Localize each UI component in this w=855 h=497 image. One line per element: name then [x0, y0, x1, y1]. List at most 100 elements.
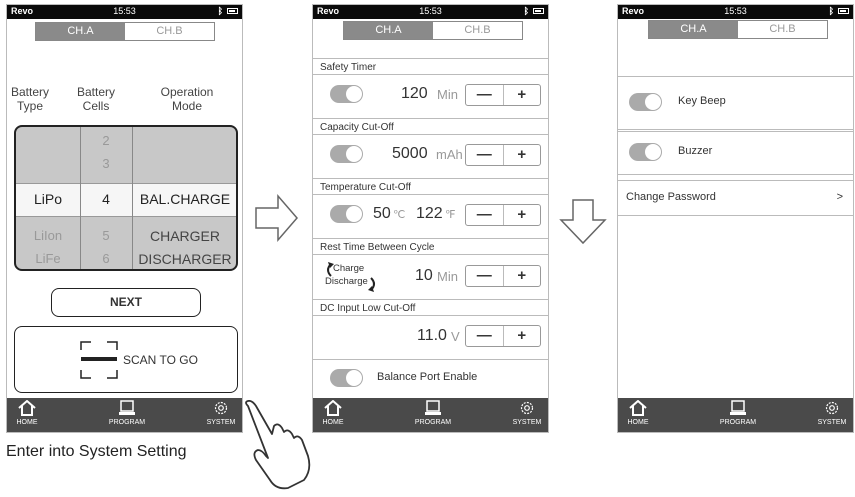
buzzer-row: Buzzer — [618, 131, 853, 175]
safety-timer-toggle[interactable] — [330, 85, 363, 103]
nav-program-label: PROGRAM — [108, 419, 146, 426]
rest-time-value: 10 — [415, 267, 433, 284]
nav-program[interactable]: PROGRAM — [715, 400, 761, 426]
battery-icon — [227, 8, 238, 14]
picker-column-cells[interactable]: 2 3 4 5 6 — [80, 127, 132, 269]
buzzer-toggle[interactable] — [629, 143, 662, 161]
temperature-cutoff-toggle[interactable] — [330, 205, 363, 223]
dc-input-stepper: — + — [465, 325, 541, 347]
nav-program[interactable]: PROGRAM — [104, 400, 150, 426]
chevron-right-icon: > — [836, 191, 843, 203]
tab-ch-a[interactable]: CH.A — [36, 23, 125, 40]
increment-button[interactable]: + — [504, 145, 541, 165]
nav-home-label: HOME — [16, 419, 38, 426]
program-icon — [119, 400, 135, 415]
nav-program[interactable]: PROGRAM — [410, 400, 456, 426]
dc-input-unit: V — [451, 329, 460, 344]
bluetooth-icon: ᛒ — [523, 6, 529, 16]
gear-icon — [825, 401, 839, 415]
capacity-cutoff-label: Capacity Cut-Off — [313, 118, 548, 135]
header-battery-type: Battery Type — [11, 85, 50, 113]
picker-item-cells[interactable]: 2 — [80, 133, 132, 148]
tab-ch-b[interactable]: CH.B — [738, 21, 827, 38]
tab-ch-b[interactable]: CH.B — [125, 23, 214, 40]
picker-item-mode[interactable]: CHARGER — [132, 228, 236, 244]
rest-discharge-label: Discharge — [325, 276, 368, 287]
header-operation-mode: Operation Mode — [160, 85, 214, 113]
change-password-row[interactable]: Change Password > — [618, 180, 853, 216]
battery-picker[interactable]: LiPo LiIon LiFe 2 3 4 5 6 BAL.CHARGE CHA… — [14, 125, 238, 271]
tab-ch-b[interactable]: CH.B — [433, 22, 522, 39]
rest-charge-label: Charge — [333, 263, 365, 274]
screen-program-settings: Revo 15:53 ᛒ CH.A CH.B Safety Timer 120 … — [312, 4, 549, 433]
tab-ch-a[interactable]: CH.A — [649, 21, 738, 38]
program-icon — [425, 400, 441, 415]
divider — [313, 359, 548, 360]
nav-home[interactable]: HOME — [318, 399, 348, 426]
header-battery-cells: Battery Cells — [76, 85, 115, 113]
bottom-nav: HOME PROGRAM SYSTEM — [313, 398, 548, 432]
increment-button[interactable]: + — [504, 326, 541, 346]
capacity-cutoff-toggle[interactable] — [330, 145, 363, 163]
safety-timer-unit: Min — [437, 87, 458, 102]
buzzer-label: Buzzer — [678, 145, 713, 157]
scan-icon — [80, 341, 118, 379]
picker-item-cells[interactable]: 5 — [80, 228, 132, 243]
nav-home-label: HOME — [627, 419, 649, 426]
status-bar: Revo 15:53 ᛒ — [7, 5, 242, 19]
decrement-button[interactable]: — — [466, 85, 504, 105]
gear-icon — [214, 401, 228, 415]
picker-item-type[interactable]: LiIon — [16, 228, 80, 243]
nav-system[interactable]: SYSTEM — [815, 400, 849, 426]
increment-button[interactable]: + — [504, 85, 541, 105]
bluetooth-icon: ᛒ — [828, 6, 834, 16]
picker-item-cells[interactable]: 3 — [80, 156, 132, 171]
scan-label: SCAN TO GO — [123, 353, 198, 367]
nav-system[interactable]: SYSTEM — [510, 400, 544, 426]
battery-icon — [838, 8, 849, 14]
bluetooth-icon: ᛒ — [217, 6, 223, 16]
scan-to-go-button[interactable]: SCAN TO GO — [14, 326, 238, 393]
picker-item-cells-selected[interactable]: 4 — [80, 191, 132, 207]
home-icon — [18, 399, 36, 416]
increment-button[interactable]: + — [504, 205, 541, 225]
status-bar: Revo 15:53 ᛒ — [313, 5, 548, 19]
nav-home[interactable]: HOME — [12, 399, 42, 426]
decrement-button[interactable]: — — [466, 205, 504, 225]
key-beep-row: Key Beep — [618, 76, 853, 130]
picker-column-mode[interactable]: BAL.CHARGE CHARGER DISCHARGER — [132, 127, 236, 269]
picker-item-mode[interactable]: DISCHARGER — [132, 251, 236, 267]
balance-port-toggle[interactable] — [330, 369, 363, 387]
capacity-cutoff-value: 5000 — [392, 145, 428, 162]
picker-item-mode-selected[interactable]: BAL.CHARGE — [132, 191, 236, 207]
increment-button[interactable]: + — [504, 266, 541, 286]
battery-icon — [533, 8, 544, 14]
picker-column-type[interactable]: LiPo LiIon LiFe — [16, 127, 80, 269]
status-bar: Revo 15:53 ᛒ — [618, 5, 853, 19]
hand-pointer-icon — [245, 400, 311, 490]
nav-home[interactable]: HOME — [623, 399, 653, 426]
rest-time-stepper: — + — [465, 265, 541, 287]
safety-timer-label: Safety Timer — [313, 58, 548, 75]
nav-system[interactable]: SYSTEM — [204, 400, 238, 426]
tab-ch-a[interactable]: CH.A — [344, 22, 433, 39]
change-password-label: Change Password — [626, 191, 716, 203]
channel-selector: CH.A CH.B — [648, 20, 828, 39]
decrement-button[interactable]: — — [466, 266, 504, 286]
bottom-nav: HOME PROGRAM SYSTEM — [7, 398, 242, 432]
flow-arrow-right-icon — [255, 193, 298, 243]
picker-item-type[interactable]: LiFe — [16, 251, 80, 266]
safety-timer-stepper: — + — [465, 84, 541, 106]
temperature-cutoff-label: Temperature Cut-Off — [313, 178, 548, 195]
safety-timer-value: 120 — [401, 85, 428, 102]
next-button[interactable]: NEXT — [51, 288, 201, 317]
picker-item-cells[interactable]: 6 — [80, 251, 132, 266]
clock: 15:53 — [724, 6, 747, 16]
temperature-celsius-unit: ℃ — [393, 209, 406, 221]
screen-battery-setup: Revo 15:53 ᛒ CH.A CH.B Battery Type Batt… — [6, 4, 243, 433]
clock: 15:53 — [113, 6, 136, 16]
picker-item-type-selected[interactable]: LiPo — [16, 191, 80, 207]
key-beep-toggle[interactable] — [629, 93, 662, 111]
decrement-button[interactable]: — — [466, 145, 504, 165]
decrement-button[interactable]: — — [466, 326, 504, 346]
